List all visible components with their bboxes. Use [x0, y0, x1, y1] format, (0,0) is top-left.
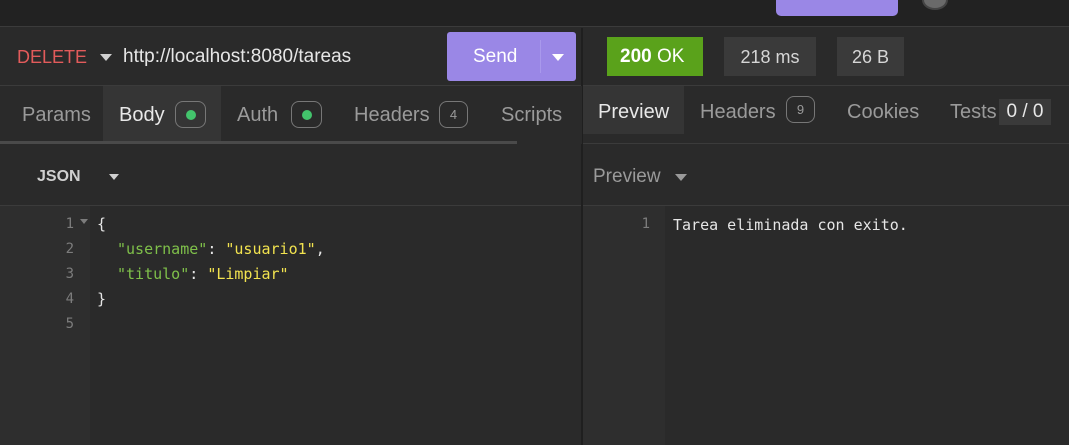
json-string: "Limpiar": [207, 265, 289, 283]
line-number: 1: [65, 216, 74, 232]
tab-cookies[interactable]: Cookies: [826, 86, 932, 134]
status-badge: 200 OK: [607, 37, 703, 76]
preview-mode-select[interactable]: Preview: [593, 166, 661, 188]
json-brace: {: [97, 215, 107, 233]
preview-panel[interactable]: 1 Tarea eliminada con exito.: [583, 206, 1069, 445]
code-line: {: [97, 215, 106, 233]
chevron-down-icon[interactable]: [675, 174, 687, 181]
body-format-select[interactable]: JSON: [37, 168, 81, 186]
body-editor[interactable]: 1 2 3 4 5 { "username": "usuario1", "tit…: [0, 206, 581, 445]
json-string: "usuario1": [225, 240, 316, 258]
chevron-down-icon[interactable]: [100, 54, 112, 61]
avatar[interactable]: [922, 0, 948, 10]
headers-count-badge: 4: [439, 101, 468, 128]
http-method-select[interactable]: DELETE: [17, 47, 87, 68]
tab-label: Headers: [354, 104, 430, 126]
line-gutter: 1 2 3 4 5: [0, 206, 90, 445]
top-action-button[interactable]: [776, 0, 898, 16]
tab-label: Cookies: [847, 101, 920, 123]
status-text: OK: [656, 46, 685, 67]
json-sep: :: [207, 240, 226, 258]
url-input[interactable]: http://localhost:8080/tareas: [123, 46, 351, 68]
tab-label: Params: [22, 104, 91, 126]
tab-label: Preview: [598, 101, 670, 123]
request-bar: DELETE http://localhost:8080/tareas Send: [0, 28, 582, 86]
line-gutter: 1: [583, 206, 665, 445]
request-tabs: Params Body Auth Headers 4 Scripts: [0, 86, 582, 144]
tab-auth[interactable]: Auth: [221, 86, 335, 141]
tab-label: Headers: [700, 101, 776, 123]
line-number: 4: [65, 291, 74, 307]
response-size: 26 B: [837, 37, 904, 76]
code-line: }: [97, 290, 106, 308]
response-tabs: Preview Headers 9 Cookies Tests 0 / 0: [583, 86, 1069, 144]
tab-preview[interactable]: Preview: [583, 86, 684, 134]
tab-scripts[interactable]: Scripts: [482, 86, 582, 141]
code-line: "titulo": "Limpiar": [117, 265, 289, 283]
line-number: 3: [65, 266, 74, 282]
tests-count-badge: 0 / 0: [999, 99, 1051, 125]
json-brace: }: [97, 290, 107, 308]
tab-label: Body: [119, 104, 165, 126]
status-dot-icon: [175, 101, 206, 128]
tab-body[interactable]: Body: [103, 86, 221, 141]
preview-toolbar: Preview: [583, 146, 1069, 206]
body-toolbar: JSON: [0, 146, 581, 206]
tab-params[interactable]: Params: [0, 86, 103, 141]
fold-arrow-icon[interactable]: [80, 219, 88, 224]
response-time: 218 ms: [724, 37, 816, 76]
tab-headers[interactable]: Headers 4: [335, 86, 482, 141]
chevron-down-icon[interactable]: [109, 174, 119, 180]
tab-label: Auth: [237, 104, 279, 126]
chevron-down-icon[interactable]: [552, 54, 564, 61]
response-headers-count-badge: 9: [786, 96, 815, 123]
json-key: "username": [117, 240, 208, 258]
tabs-scrollbar[interactable]: [0, 141, 517, 144]
response-bar: 200 OK 218 ms 26 B: [583, 28, 1069, 86]
tab-label: Tests: [950, 101, 997, 123]
json-sep: :: [189, 265, 208, 283]
send-button-label: Send: [473, 46, 518, 67]
json-key: "titulo": [117, 265, 190, 283]
top-bar: [0, 0, 1069, 27]
line-number: 1: [641, 216, 650, 232]
response-body-text: Tarea eliminada con exito.: [673, 216, 908, 234]
tab-response-headers[interactable]: Headers 9: [684, 86, 826, 134]
line-number: 5: [65, 316, 74, 332]
line-number: 2: [65, 241, 74, 257]
send-divider: [540, 40, 541, 73]
status-dot-icon: [291, 101, 322, 128]
code-line: "username": "usuario1",: [117, 240, 325, 258]
tab-label: Scripts: [501, 104, 563, 126]
status-code: 200: [620, 46, 652, 67]
send-button[interactable]: Send: [447, 32, 576, 81]
json-punct: ,: [315, 240, 325, 258]
